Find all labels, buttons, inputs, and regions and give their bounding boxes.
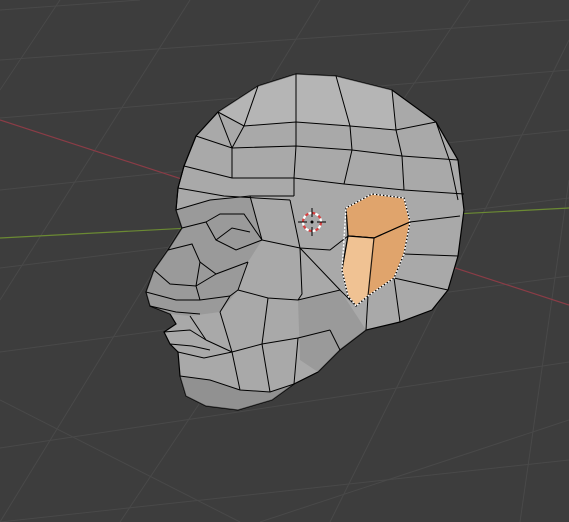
grid-line (0, 399, 241, 522)
cranium-highlight (218, 74, 396, 130)
grid-line (0, 0, 191, 301)
grid-line (0, 19, 569, 61)
grid-line (0, 0, 141, 11)
grid-line (519, 179, 569, 522)
cursor-center (310, 220, 314, 224)
grid-line (0, 0, 61, 91)
viewport-canvas[interactable] (0, 0, 569, 522)
head-mesh[interactable] (145, 73, 465, 411)
grid-line (0, 459, 569, 522)
3d-viewport[interactable] (0, 0, 569, 522)
